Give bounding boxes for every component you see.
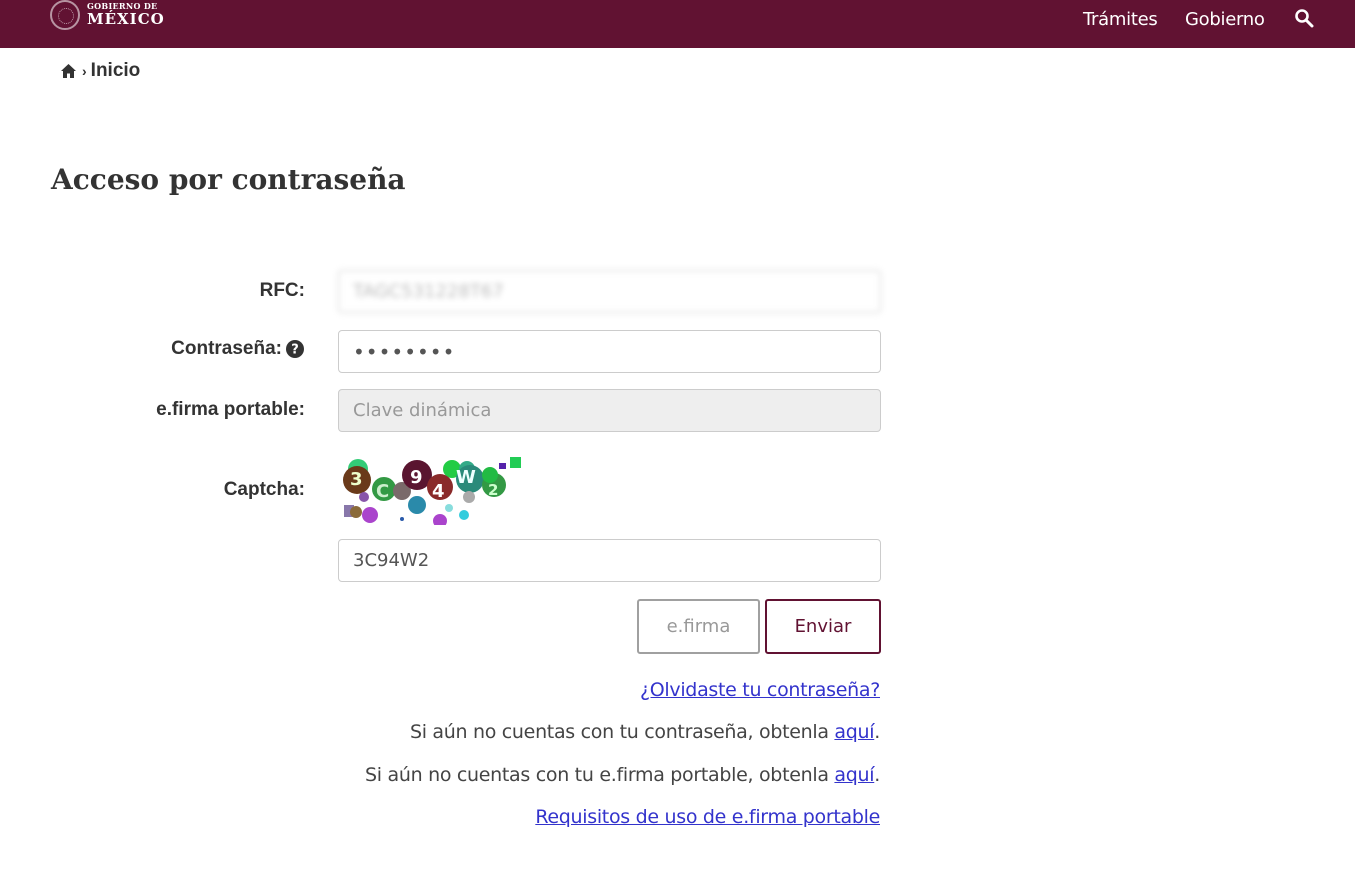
- gobierno-logo[interactable]: GOBIERNO DE MÉXICO: [50, 0, 165, 34]
- svg-text:?: ?: [291, 343, 299, 358]
- rfc-input[interactable]: [338, 270, 881, 313]
- seal-icon: [50, 0, 80, 30]
- obtain-password-line: Si aún no cuentas con tu contraseña, obt…: [410, 721, 880, 743]
- captcha-input[interactable]: [338, 539, 881, 582]
- page-title: Acceso por contraseña: [51, 163, 406, 196]
- forgot-password-line: ¿Olvidaste tu contraseña?: [640, 679, 880, 701]
- nav-tramites[interactable]: Trámites: [1083, 9, 1158, 30]
- breadcrumb: › Inicio: [60, 60, 140, 82]
- breadcrumb-inicio[interactable]: Inicio: [91, 60, 141, 82]
- password-label: Contraseña: ?: [171, 338, 305, 360]
- logo-big-text: MÉXICO: [87, 9, 165, 28]
- svg-text:W: W: [456, 467, 476, 488]
- rfc-label: RFC:: [260, 280, 305, 302]
- obtain-password-link[interactable]: aquí: [834, 721, 874, 743]
- efirma-button[interactable]: e.firma: [637, 599, 760, 654]
- forgot-password-link[interactable]: ¿Olvidaste tu contraseña?: [640, 679, 880, 701]
- obtain-efirma-period: .: [874, 764, 880, 786]
- logo-small-text: GOBIERNO DE: [87, 0, 158, 11]
- search-icon[interactable]: [1294, 8, 1314, 28]
- enviar-button[interactable]: Enviar: [765, 599, 881, 654]
- obtain-password-period: .: [874, 721, 880, 743]
- efirma-label: e.firma portable:: [156, 399, 305, 421]
- obtain-efirma-line: Si aún no cuentas con tu e.firma portabl…: [365, 764, 880, 786]
- captcha-image: 3 C 9 4 W 2: [343, 457, 521, 525]
- rfc-label-text: RFC:: [259, 280, 305, 301]
- efirma-label-text: e.firma portable:: [156, 399, 305, 420]
- nav-gobierno[interactable]: Gobierno: [1185, 9, 1265, 30]
- help-icon[interactable]: ?: [285, 339, 305, 359]
- obtain-password-text: Si aún no cuentas con tu contraseña, obt…: [409, 721, 835, 743]
- obtain-efirma-link[interactable]: aquí: [834, 764, 874, 786]
- captcha-label-text: Captcha:: [223, 479, 305, 500]
- svg-text:C: C: [376, 481, 389, 502]
- password-label-text: Contraseña:: [171, 338, 282, 359]
- breadcrumb-separator: ›: [82, 63, 87, 79]
- requisitos-line: Requisitos de uso de e.firma portable: [535, 806, 880, 828]
- svg-text:4: 4: [432, 481, 445, 502]
- efirma-clave-input[interactable]: [338, 389, 881, 432]
- svg-text:2: 2: [488, 481, 498, 499]
- password-input[interactable]: [338, 330, 881, 373]
- obtain-efirma-text: Si aún no cuentas con tu e.firma portabl…: [365, 764, 835, 786]
- captcha-label: Captcha:: [224, 479, 305, 501]
- requisitos-link[interactable]: Requisitos de uso de e.firma portable: [535, 806, 880, 828]
- home-icon[interactable]: [60, 63, 77, 79]
- svg-text:3: 3: [350, 469, 363, 490]
- top-navbar: GOBIERNO DE MÉXICO Trámites Gobierno: [0, 0, 1355, 48]
- svg-text:9: 9: [410, 467, 423, 488]
